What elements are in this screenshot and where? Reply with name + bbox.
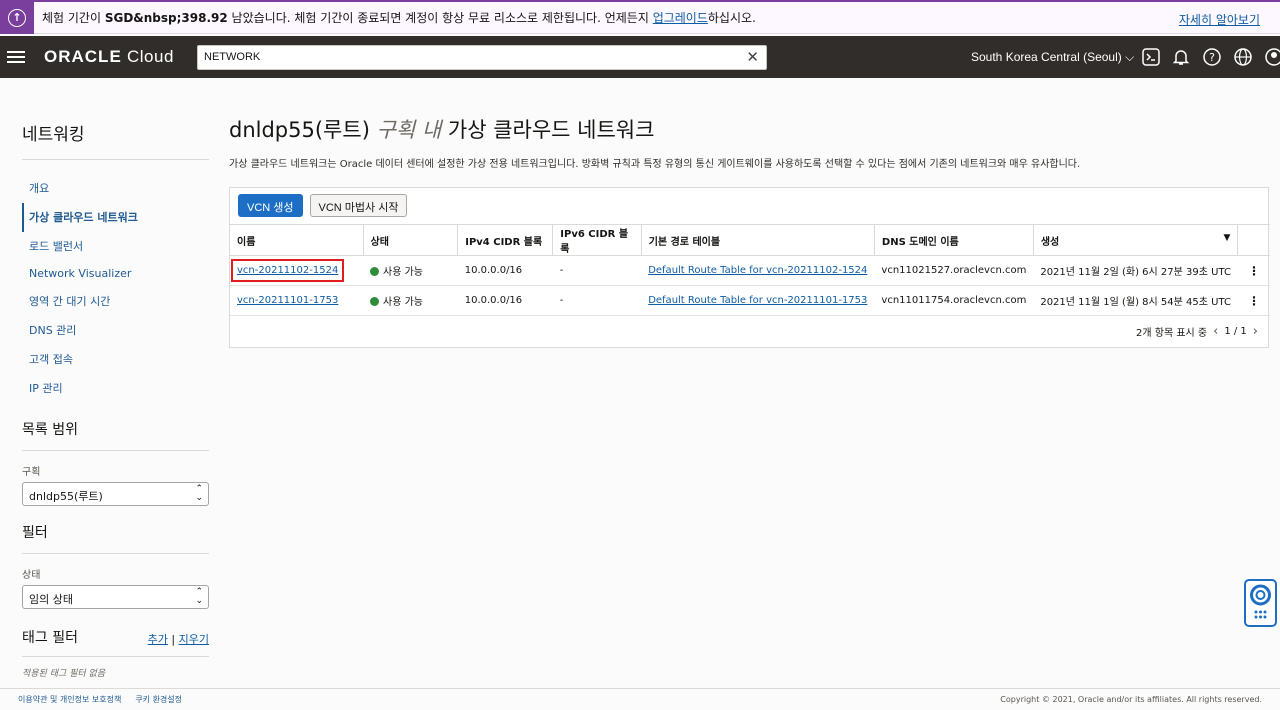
column-header-created[interactable]: 생성 ▼	[1033, 224, 1239, 256]
sidebar-title: 네트워킹	[22, 120, 209, 160]
trial-amount: SGD&nbsp;398.92	[104, 11, 228, 25]
status-cell: 사용 가능	[363, 255, 458, 286]
ipv4-cell: 10.0.0.0/16	[457, 255, 553, 286]
sidebar-item-network-visualizer[interactable]: Network Visualizer	[22, 261, 209, 287]
select-caret-icon: ⌃ ⌄	[195, 587, 203, 606]
state-label: 상태	[22, 570, 41, 581]
footer: 이용약관 및 개인정보 보호정책 쿠키 환경설정 Copyright © 202…	[0, 688, 1280, 710]
sidebar-nav: 개요 가상 클라우드 네트워크 로드 밸런서 Network Visualize…	[22, 174, 209, 403]
status-dot-icon	[370, 297, 380, 306]
pagination: 2개 항목 표시 중 ‹ 1 / 1 ›	[230, 316, 1268, 346]
page-title: dnldp55(루트) 구획 내 가상 클라우드 네트워크	[229, 118, 655, 142]
learn-more-link[interactable]: 자세히 알아보기	[1179, 11, 1260, 28]
create-vcn-button[interactable]: VCN 생성	[238, 194, 303, 217]
table-row: vcn-20211102-1524 사용 가능 10.0.0.0/16 - De…	[230, 255, 1270, 286]
sort-desc-icon[interactable]: ▼	[1224, 233, 1231, 243]
sidebar-item-ip-management[interactable]: IP 관리	[22, 374, 209, 403]
items-count: 2개 항목 표시 중	[1136, 327, 1208, 339]
next-page-icon[interactable]: ›	[1253, 324, 1258, 339]
page-indicator: 1 / 1	[1224, 325, 1247, 337]
column-header-ipv4[interactable]: IPv4 CIDR 블록	[457, 224, 554, 256]
top-navigation: ORACLE Cloud NETWORK ✕ South Korea Centr…	[0, 36, 1280, 78]
notifications-icon[interactable]	[1171, 47, 1191, 67]
oracle-cloud-logo[interactable]: ORACLE Cloud	[44, 47, 174, 67]
sidebar-item-dns[interactable]: DNS 관리	[22, 316, 209, 345]
sidebar-item-overview[interactable]: 개요	[22, 174, 209, 203]
column-header-ipv6[interactable]: IPv6 CIDR 블록	[552, 224, 642, 256]
filter-title: 필터	[22, 522, 209, 554]
state-select[interactable]: 임의 상태 ⌃ ⌄	[22, 585, 209, 609]
sidebar-item-vcn[interactable]: 가상 클라우드 네트워크	[22, 203, 209, 232]
search-value: NETWORK	[204, 51, 261, 63]
sidebar-item-latency[interactable]: 영역 간 대기 시간	[22, 287, 209, 316]
select-caret-icon: ⌃ ⌄	[195, 484, 203, 503]
state-value: 임의 상태	[29, 593, 73, 606]
status-dot-icon	[370, 267, 380, 276]
clear-tag-filter-link[interactable]: 지우기	[179, 633, 209, 646]
column-header-state[interactable]: 상태	[363, 224, 459, 256]
dns-cell: vcn11011754.oraclevcn.com	[874, 285, 1034, 316]
clear-search-icon[interactable]: ✕	[746, 48, 759, 66]
trial-message: 체험 기간이 SGD&nbsp;398.92 남았습니다. 체험 기간이 종료되…	[42, 9, 756, 26]
help-icon[interactable]: ?	[1202, 47, 1222, 67]
ipv6-cell: -	[552, 255, 642, 286]
menu-icon[interactable]	[7, 51, 25, 63]
profile-icon[interactable]	[1264, 47, 1280, 67]
trial-middle: 남았습니다. 체험 기간이 종료되면 계정이 항상 무료 리소스로 제한됩니다.…	[227, 11, 653, 25]
tag-filter-title: 태그 필터	[22, 630, 78, 646]
ipv4-cell: 10.0.0.0/16	[457, 285, 553, 316]
search-input[interactable]: NETWORK ✕	[197, 45, 767, 70]
row-actions-icon[interactable]: ⋮	[1245, 264, 1263, 278]
sidebar-item-customer-connectivity[interactable]: 고객 접속	[22, 345, 209, 374]
trial-prefix: 체험 기간이	[42, 11, 105, 25]
vcn-list-panel: VCN 생성 VCN 마법사 시작 이름 상태 IPv4 CIDR 블록 IPv…	[229, 187, 1270, 348]
add-tag-filter-link[interactable]: 추가	[148, 633, 168, 646]
status-cell: 사용 가능	[363, 285, 458, 316]
created-cell: 2021년 11월 2일 (화) 6시 27분 39초 UTC	[1033, 255, 1238, 286]
vcn-name-link[interactable]: vcn-20211101-1753	[237, 295, 338, 306]
column-header-route-table[interactable]: 기본 경로 테이블	[641, 224, 875, 256]
page-description: 가상 클라우드 네트워크는 Oracle 데이터 센터에 설정한 가상 전용 네…	[229, 159, 1081, 170]
cloud-shell-icon[interactable]	[1141, 47, 1161, 67]
dns-cell: vcn11021527.oraclevcn.com	[874, 255, 1034, 286]
main-content: dnldp55(루트) 구획 내 가상 클라우드 네트워크 가상 클라우드 네트…	[229, 114, 1270, 348]
column-header-actions	[1237, 224, 1270, 256]
route-table-link[interactable]: Default Route Table for vcn-20211101-175…	[648, 295, 867, 306]
tag-filter-header: 태그 필터 추가 | 지우기	[22, 627, 209, 657]
tag-separator: |	[167, 633, 179, 646]
region-selector[interactable]: South Korea Central (Seoul) ⌵	[971, 50, 1134, 65]
copyright-text: Copyright © 2021, Oracle and/or its affi…	[1000, 695, 1262, 704]
list-toolbar: VCN 생성 VCN 마법사 시작	[230, 188, 1268, 224]
terms-link[interactable]: 이용약관 및 개인정보 보호정책	[18, 694, 121, 705]
ipv6-cell: -	[552, 285, 642, 316]
vcn-name-link[interactable]: vcn-20211102-1524	[230, 259, 345, 282]
language-globe-icon[interactable]	[1233, 47, 1253, 67]
upgrade-icon: ↑	[0, 1, 34, 34]
list-scope-title: 목록 범위	[22, 419, 209, 451]
cookie-preferences-link[interactable]: 쿠키 환경설정	[135, 694, 182, 705]
sidebar-item-load-balancer[interactable]: 로드 밸런서	[22, 232, 209, 261]
prev-page-icon[interactable]: ‹	[1213, 324, 1218, 339]
created-cell: 2021년 11월 1일 (월) 8시 54분 45초 UTC	[1033, 285, 1238, 316]
trial-banner: ↑ 체험 기간이 SGD&nbsp;398.92 남았습니다. 체험 기간이 종…	[0, 0, 1280, 34]
table-row: vcn-20211101-1753 사용 가능 10.0.0.0/16 - De…	[230, 285, 1270, 316]
svg-text:?: ?	[1209, 51, 1215, 64]
upgrade-link[interactable]: 업그레이드	[653, 11, 708, 25]
compartment-label: 구획	[22, 467, 41, 478]
sidebar: 네트워킹 개요 가상 클라우드 네트워크 로드 밸런서 Network Visu…	[22, 100, 209, 679]
chevron-down-icon: ⌵	[1125, 50, 1135, 64]
row-actions-icon[interactable]: ⋮	[1245, 294, 1263, 308]
vcn-wizard-button[interactable]: VCN 마법사 시작	[309, 194, 408, 217]
support-widget[interactable]	[1244, 579, 1277, 627]
trial-suffix: 하십시오.	[707, 11, 756, 25]
tag-filter-empty: 적용된 태그 필터 없음	[22, 669, 106, 679]
column-header-name[interactable]: 이름	[230, 224, 364, 256]
compartment-value: dnldp55(루트)	[29, 490, 103, 503]
route-table-link[interactable]: Default Route Table for vcn-20211102-152…	[648, 265, 867, 276]
vcn-table: 이름 상태 IPv4 CIDR 블록 IPv6 CIDR 블록 기본 경로 테이…	[230, 224, 1270, 316]
column-header-dns[interactable]: DNS 도메인 이름	[874, 224, 1034, 256]
region-label: South Korea Central (Seoul)	[971, 50, 1122, 64]
compartment-select[interactable]: dnldp55(루트) ⌃ ⌄	[22, 482, 209, 506]
lifebuoy-icon	[1250, 584, 1271, 619]
